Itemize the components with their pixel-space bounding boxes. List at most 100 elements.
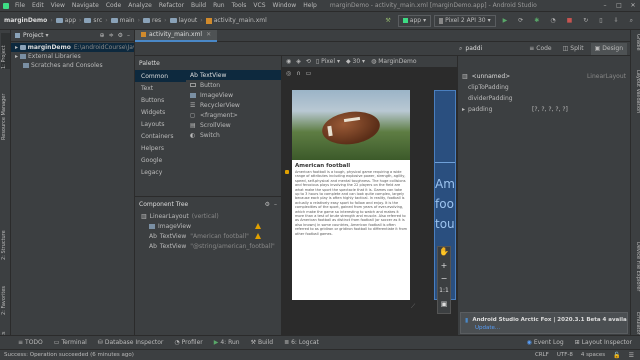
zoom-1to1-icon[interactable]: 1:1 <box>438 287 450 300</box>
menu-navigate[interactable]: Navigate <box>72 2 99 9</box>
lock-icon[interactable]: 🔓 <box>613 352 620 359</box>
attribute-search-input[interactable]: paddi <box>465 45 525 52</box>
palette-category-common[interactable]: Common <box>135 70 186 82</box>
run-tool-button[interactable]: ▶ 4: Run <box>210 337 244 349</box>
palette-category-google[interactable]: Google <box>135 154 186 166</box>
menu-refactor[interactable]: Refactor <box>159 2 184 9</box>
body-text[interactable]: American football is a tough, physical g… <box>292 170 410 288</box>
attribute-row-dividerpadding[interactable]: dividerPadding <box>458 93 630 104</box>
palette-item-recyclerview[interactable]: ☰ RecyclerView <box>186 100 281 110</box>
palette-category-layouts[interactable]: Layouts <box>135 118 186 130</box>
hide-icon[interactable]: – <box>127 32 130 39</box>
breadcrumb-app[interactable]: app <box>65 17 76 24</box>
search-icon[interactable]: ⌕ <box>626 15 637 27</box>
tree-node-imageview[interactable]: ImageView <box>135 221 281 231</box>
split-view-button[interactable]: ◫ Split <box>559 43 588 55</box>
indent-setting[interactable]: 4 spaces <box>581 352 605 358</box>
chevron-right-icon[interactable]: ▸ <box>15 53 18 60</box>
build-tool-button[interactable]: ⚒ Build <box>247 337 277 349</box>
apply-changes-icon[interactable]: ⟳ <box>514 15 527 27</box>
breadcrumb-layout[interactable]: layout <box>179 17 198 24</box>
hammer-icon[interactable]: ⚒ <box>381 15 394 27</box>
update-link[interactable]: Update... <box>461 325 627 331</box>
close-icon[interactable]: ✕ <box>626 2 640 9</box>
debug-icon[interactable]: ✱ <box>530 15 543 27</box>
logcat-tool-button[interactable]: ≣ 6: Logcat <box>280 337 323 349</box>
minimize-icon[interactable]: – <box>598 2 612 9</box>
tree-node-textview-2[interactable]: Ab TextView "@string/american_football" <box>135 241 281 251</box>
stop-icon[interactable]: ■ <box>563 15 577 27</box>
terminal-tool-button[interactable]: ▭ Terminal <box>50 337 91 349</box>
hide-icon[interactable]: – <box>274 201 277 208</box>
menu-run[interactable]: Run <box>213 2 225 9</box>
run-icon[interactable]: ▶ <box>499 15 512 27</box>
event-log-tool-button[interactable]: ◉ Event Log <box>523 337 568 349</box>
orientation-icon[interactable]: ⟲ <box>306 58 311 65</box>
pan-icon[interactable]: ✋ <box>438 247 450 261</box>
file-encoding[interactable]: UTF-8 <box>557 352 573 358</box>
profiler-tool-button[interactable]: ◔ Profiler <box>170 337 206 349</box>
menu-help[interactable]: Help <box>303 2 317 9</box>
zoom-fit-icon[interactable]: ▣ <box>438 300 450 313</box>
magnet-icon[interactable]: ∩ <box>296 70 300 77</box>
api-dropdown[interactable]: ◆ 30 ▾ <box>346 58 365 65</box>
palette-category-helpers[interactable]: Helpers <box>135 142 186 154</box>
device-dropdown[interactable]: ▯ Pixel ▾ <box>316 58 340 65</box>
margin-icon[interactable]: ▭ <box>306 70 312 77</box>
structure-tool-tab[interactable]: 2: Structure <box>1 220 10 260</box>
attribute-row-cliptopadding[interactable]: clipToPadding <box>458 82 630 93</box>
layout-inspector-tool-button[interactable]: ⊞ Layout Inspector <box>571 337 636 349</box>
profile-icon[interactable]: ◔ <box>546 15 559 27</box>
gradle-tool-tab[interactable]: Gradle <box>632 34 640 58</box>
code-view-button[interactable]: ≡ Code <box>525 43 555 55</box>
sdk-manager-icon[interactable]: ⇩ <box>610 15 623 27</box>
sync-icon[interactable]: ↻ <box>579 15 592 27</box>
event-icon[interactable]: ☰ <box>629 352 634 359</box>
tree-item-external-libraries[interactable]: ▸ External Libraries <box>11 52 134 61</box>
palette-category-legacy[interactable]: Legacy <box>135 166 186 178</box>
chevron-down-icon[interactable]: ▾ <box>46 32 49 39</box>
palette-item-fragment[interactable]: ◻ <fragment> <box>186 110 281 120</box>
menu-window[interactable]: Window <box>273 2 297 9</box>
line-separator[interactable]: CRLF <box>535 352 549 358</box>
palette-category-widgets[interactable]: Widgets <box>135 106 186 118</box>
warning-icon[interactable] <box>255 223 261 229</box>
chevron-right-icon[interactable]: ▸ <box>15 44 18 51</box>
favorites-tool-tab[interactable]: 2: Favorites <box>1 275 10 315</box>
tab-activity-main[interactable]: activity_main.xml ✕ <box>135 29 218 42</box>
database-inspector-tool-button[interactable]: ⛁ Database Inspector <box>94 337 168 349</box>
tree-node-linearlayout[interactable]: ▥ LinearLayout (vertical) <box>135 211 281 221</box>
maximize-icon[interactable]: □ <box>612 2 626 9</box>
palette-category-text[interactable]: Text <box>135 82 186 94</box>
menu-analyze[interactable]: Analyze <box>128 2 152 9</box>
device-file-explorer-tool-tab[interactable]: Device File Explorer <box>632 242 640 310</box>
todo-tool-button[interactable]: ≡ TODO <box>14 337 47 349</box>
breadcrumb-src[interactable]: src <box>93 17 102 24</box>
design-view-button[interactable]: ▣ Design <box>590 42 627 55</box>
layout-validation-tool-tab[interactable]: Layout Validation <box>632 70 640 130</box>
breadcrumb-main[interactable]: main <box>120 17 135 24</box>
close-tab-icon[interactable]: ✕ <box>206 31 211 38</box>
tree-node-textview-1[interactable]: Ab TextView "American football" <box>135 231 281 241</box>
menu-file[interactable]: File <box>15 2 25 9</box>
chevron-right-icon[interactable]: ▸ <box>462 106 465 113</box>
palette-item-button[interactable]: Button <box>186 80 281 90</box>
tree-item-scratches[interactable]: Scratches and Consoles <box>11 61 134 70</box>
attribute-row-padding[interactable]: ▸ padding [?, ?, ?, ?, ?] <box>458 104 630 115</box>
run-config-dropdown[interactable]: app ▾ <box>397 14 432 27</box>
heading-text[interactable]: American football <box>292 160 410 170</box>
avd-manager-icon[interactable]: ▯ <box>595 15 606 27</box>
device-dropdown[interactable]: Pixel 2 API 30 ▾ <box>434 14 496 27</box>
tree-item-project[interactable]: ▸ marginDemo E:\androidCourse\JavaPro <box>11 43 134 52</box>
update-notification[interactable]: ▮ Android Studio Arctic Fox | 2020.3.1 B… <box>460 312 628 334</box>
component-id[interactable]: <unnamed> <box>472 73 510 80</box>
menu-vcs[interactable]: VCS <box>253 2 265 9</box>
emulator-tool-tab[interactable]: Emulator <box>632 312 640 335</box>
breadcrumb-project[interactable]: marginDemo <box>4 17 47 24</box>
gear-icon[interactable]: ⚙ <box>118 32 123 39</box>
zoom-in-icon[interactable]: + <box>438 261 450 274</box>
palette-item-switch[interactable]: ◐ Switch <box>186 130 281 140</box>
project-tool-tab[interactable]: 1: Project <box>1 33 10 69</box>
zoom-out-icon[interactable]: − <box>438 274 450 287</box>
resize-handle-icon[interactable]: ⟋ <box>411 303 415 311</box>
